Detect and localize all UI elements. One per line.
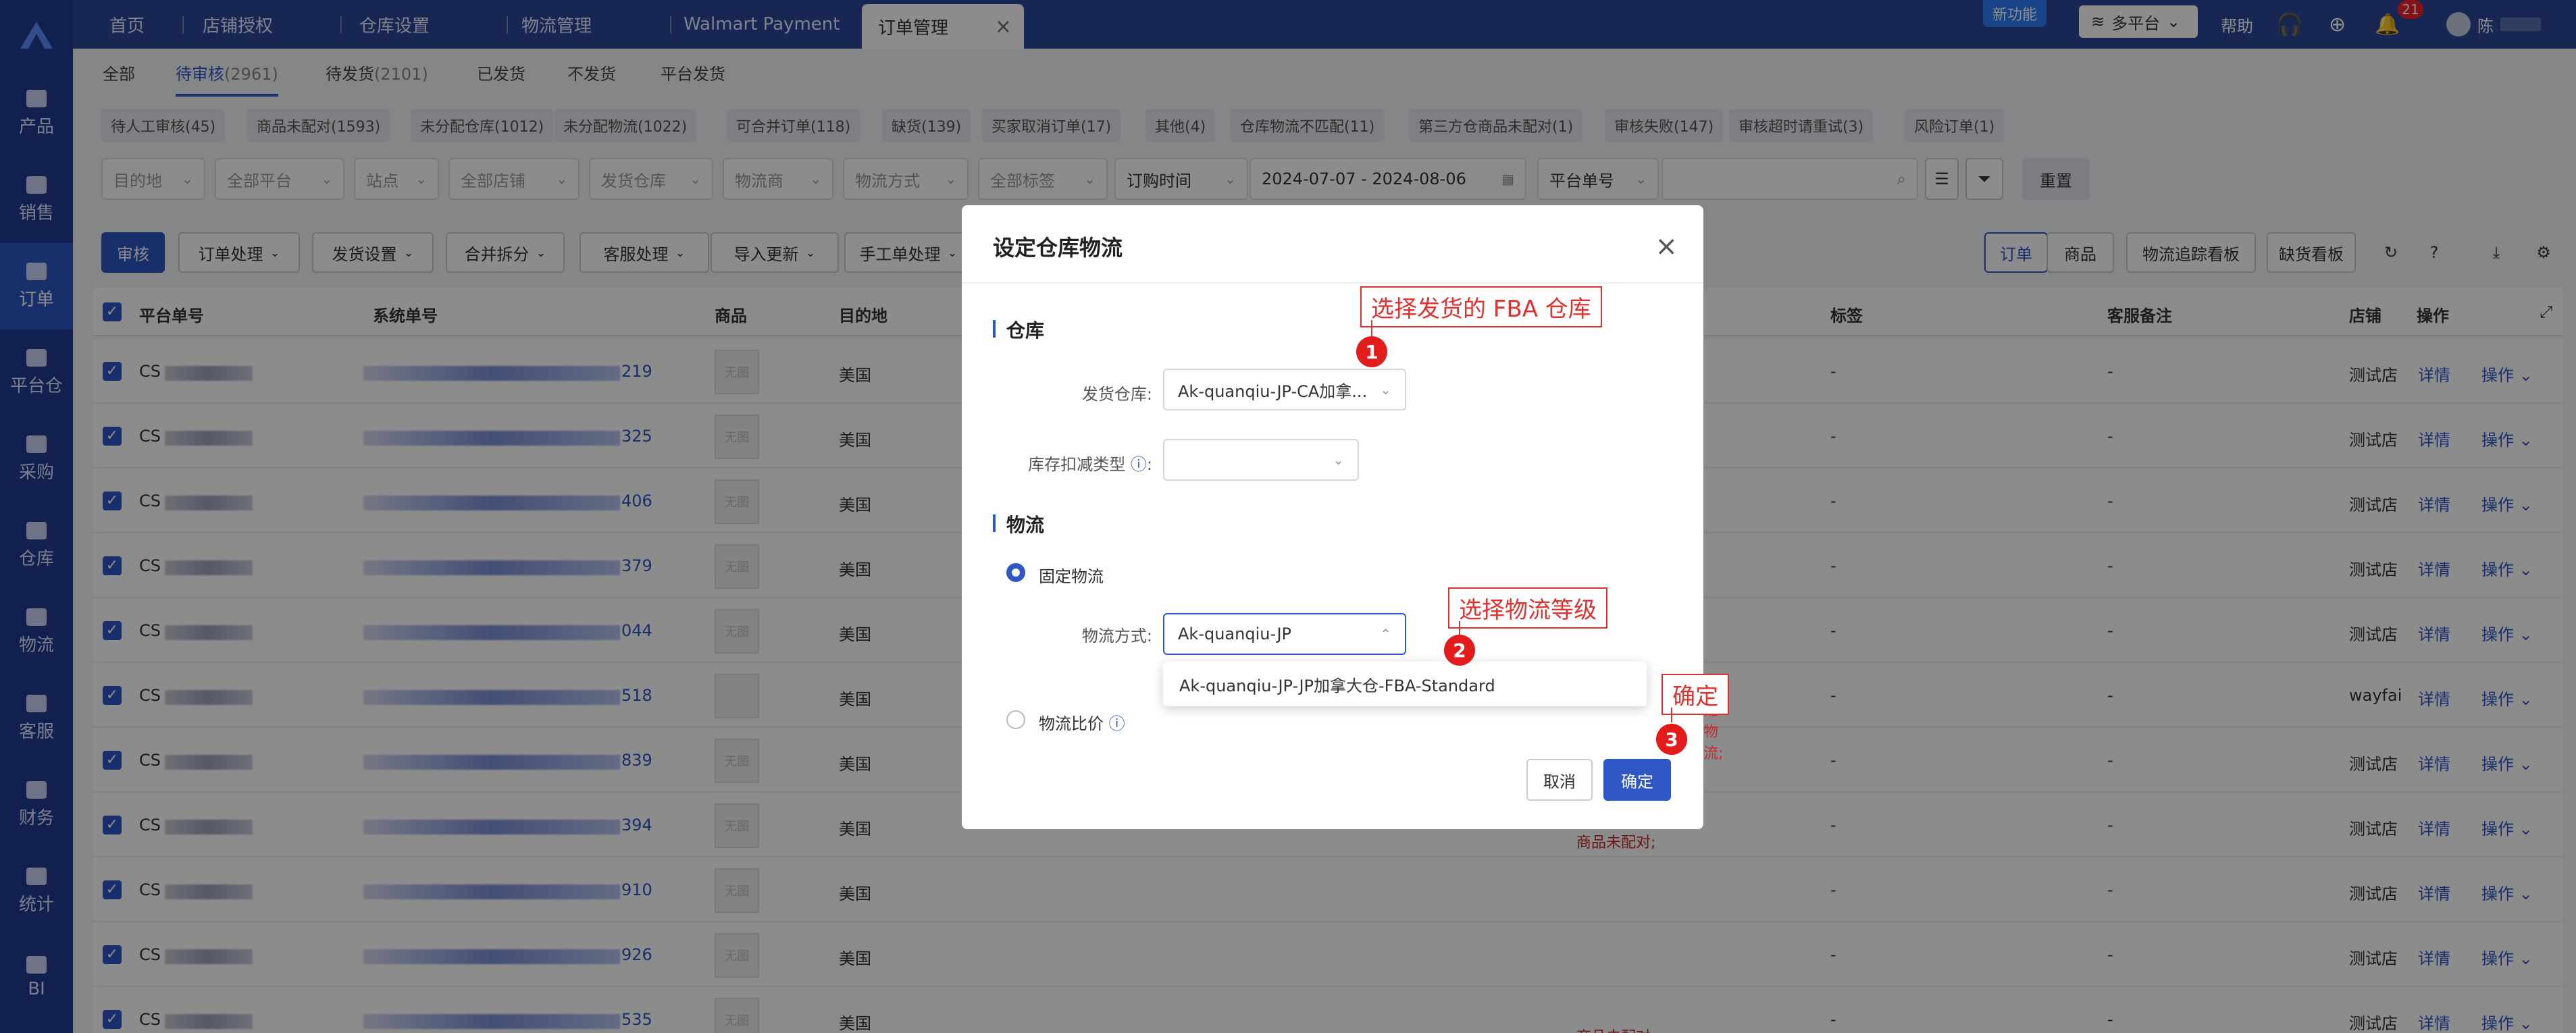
chevron-down-icon: ⌄: [1380, 381, 1391, 398]
confirm-button[interactable]: 确定: [1603, 759, 1671, 801]
annotation-leader: [1459, 621, 1460, 636]
cancel-button[interactable]: 取消: [1526, 759, 1593, 801]
stock-deduction-label: 库存扣减类型 ⓘ:: [1028, 455, 1152, 474]
dropdown-option[interactable]: Ak-quanqiu-JP-JP加拿大仓-FBA-Standard: [1179, 672, 1495, 696]
logistics-method-dropdown: Ak-quanqiu-JP-JP加拿大仓-FBA-Standard: [1163, 662, 1647, 706]
ratio-logistics-radio[interactable]: [1006, 710, 1025, 729]
annotation-select-logistics-level: 选择物流等级: [1448, 587, 1607, 629]
fixed-logistics-radio[interactable]: [1006, 563, 1025, 582]
ship-warehouse-value: Ak-quanqiu-JP-CA加拿...: [1178, 381, 1368, 401]
fixed-logistics-label: 固定物流: [1039, 567, 1104, 586]
dialog-title: 设定仓库物流: [993, 235, 1123, 261]
annotation-select-fba-warehouse: 选择发货的 FBA 仓库: [1360, 286, 1602, 327]
logistics-method-label: 物流方式:: [1081, 627, 1152, 645]
ship-warehouse-label: 发货仓库:: [1081, 385, 1152, 404]
section-logistics: 物流: [993, 510, 1044, 537]
chevron-down-icon: ⌄: [1333, 452, 1344, 468]
annotation-leader: [1371, 320, 1372, 338]
stock-deduction-text: 库存扣减类型: [1028, 455, 1126, 474]
annotation-leader: [1671, 708, 1672, 722]
logistics-method-value: Ak-quanqiu-JP: [1178, 625, 1291, 643]
stock-deduction-select[interactable]: ⌄: [1163, 439, 1359, 481]
ratio-logistics-label: 物流比价 ⓘ: [1039, 710, 1125, 734]
annotation-step-1: 1: [1356, 336, 1387, 367]
close-icon[interactable]: ×: [1655, 231, 1678, 262]
section-warehouse: 仓库: [993, 316, 1044, 343]
logistics-method-input[interactable]: Ak-quanqiu-JP ⌃: [1163, 613, 1406, 655]
divider: [962, 282, 1703, 284]
info-icon: ⓘ: [1130, 455, 1147, 474]
chevron-up-icon: ⌃: [1380, 626, 1391, 642]
ratio-logistics-text: 物流比价: [1039, 714, 1104, 733]
annotation-step-2: 2: [1444, 635, 1475, 666]
info-icon: ⓘ: [1108, 714, 1125, 733]
ship-warehouse-select[interactable]: Ak-quanqiu-JP-CA加拿... ⌄: [1163, 369, 1406, 410]
annotation-step-3: 3: [1656, 724, 1687, 755]
